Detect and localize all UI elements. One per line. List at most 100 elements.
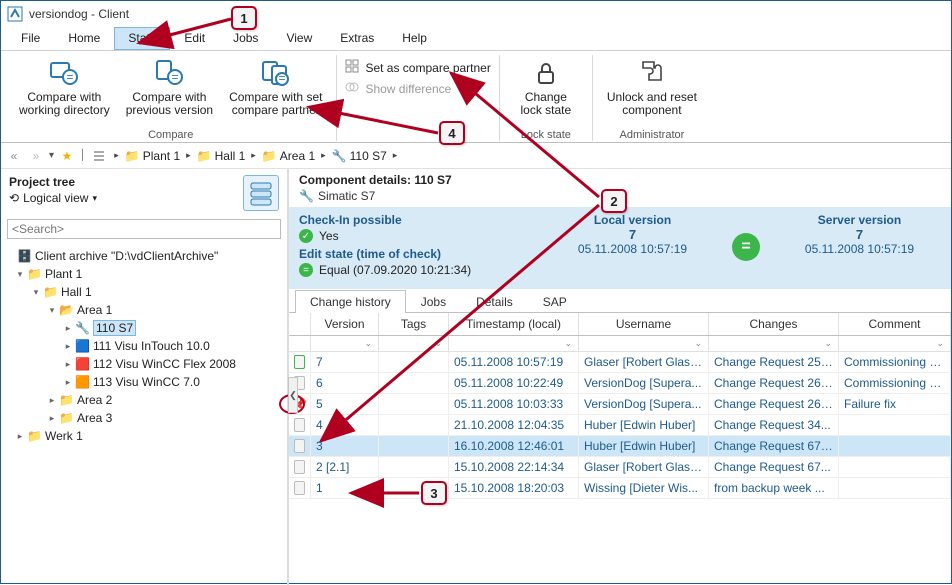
- star-icon[interactable]: ★: [58, 147, 76, 165]
- cell-username: Huber [Edwin Huber]: [579, 415, 709, 435]
- s7-icon: 🔧: [299, 189, 314, 203]
- unlock-reset-button[interactable]: Unlock and reset component: [601, 55, 703, 119]
- menu-extras[interactable]: Extras: [326, 27, 388, 50]
- tree-110-s7[interactable]: 🔧110 S7: [3, 319, 285, 337]
- menu-edit[interactable]: Edit: [170, 27, 219, 50]
- menu-home[interactable]: Home: [54, 27, 114, 50]
- equal-badge: =: [726, 213, 766, 281]
- col-timestamp[interactable]: Timestamp (local): [449, 313, 579, 335]
- search-field[interactable]: [7, 219, 281, 239]
- show-difference-button[interactable]: Show difference: [345, 80, 490, 97]
- tab-sap[interactable]: SAP: [528, 290, 582, 313]
- menu-help[interactable]: Help: [388, 27, 441, 50]
- local-version-time: 05.11.2008 10:57:19: [551, 242, 714, 256]
- table-row[interactable]: 605.11.2008 10:22:49VersionDog [Supera..…: [289, 373, 951, 394]
- table-row[interactable]: 2 [2.1]15.10.2008 22:14:34Glaser [Robert…: [289, 457, 951, 478]
- nav-back-icon[interactable]: «: [5, 147, 23, 165]
- tab-change-history[interactable]: Change history: [295, 290, 406, 313]
- compare-working-dir-button[interactable]: = Compare with working directory: [13, 55, 116, 119]
- menu-view[interactable]: View: [272, 27, 326, 50]
- crumb-hall[interactable]: 📁Hall 1: [197, 149, 246, 163]
- checkin-value: Yes: [319, 229, 339, 243]
- table-row[interactable]: 421.10.2008 12:04:35Huber [Edwin Huber]C…: [289, 415, 951, 436]
- tree-113[interactable]: 🟧113 Visu WinCC 7.0: [3, 373, 285, 391]
- breadcrumb: « » ▾ ★ │ ▸ 📁Plant 1▸ 📁Hall 1▸ 📁Area 1▸ …: [1, 143, 951, 169]
- filter-changes[interactable]: ⌄: [709, 336, 839, 351]
- cell-username: VersionDog [Supera...: [579, 394, 709, 414]
- nav-fwd-icon[interactable]: »: [27, 147, 45, 165]
- change-lock-state-button[interactable]: Change lock state: [508, 55, 584, 119]
- filter-version[interactable]: ⌄: [311, 336, 379, 351]
- set-compare-partner-button[interactable]: Set as compare partner: [345, 59, 490, 76]
- filter-user[interactable]: ⌄: [579, 336, 709, 351]
- server-version-time: 05.11.2008 10:57:19: [778, 242, 941, 256]
- version-row-icon: [289, 478, 311, 498]
- cell-tags: [379, 415, 449, 435]
- table-row[interactable]: 705.11.2008 10:57:19Glaser [Robert Glase…: [289, 352, 951, 373]
- compare-wd-icon: =: [48, 57, 80, 89]
- col-comment[interactable]: Comment: [839, 313, 951, 335]
- filter-ts[interactable]: ⌄: [449, 336, 579, 351]
- crumb-plant[interactable]: 📁Plant 1: [125, 149, 180, 163]
- tab-jobs[interactable]: Jobs: [406, 290, 461, 313]
- tree-112[interactable]: 🟥112 Visu WinCC Flex 2008: [3, 355, 285, 373]
- cell-version: 6: [311, 373, 379, 393]
- grid-icon: [345, 59, 359, 76]
- compare-previous-button[interactable]: = Compare with previous version: [120, 55, 219, 119]
- tree-plant[interactable]: 📁Plant 1: [3, 265, 285, 283]
- menu-bar: File Home State Edit Jobs View Extras He…: [1, 27, 951, 51]
- cell-username: Glaser [Robert Glaser]: [579, 352, 709, 372]
- menu-state[interactable]: State: [114, 27, 170, 50]
- local-version-label: Local version: [551, 213, 714, 227]
- col-tags[interactable]: Tags: [379, 313, 449, 335]
- cell-comment: [839, 436, 951, 456]
- cell-tags: [379, 436, 449, 456]
- crumb-leaf[interactable]: 🔧110 S7: [332, 149, 387, 163]
- app-icon: [7, 6, 23, 22]
- crumb-area[interactable]: 📁Area 1: [262, 149, 315, 163]
- cell-comment: [839, 478, 951, 498]
- cell-username: VersionDog [Supera...: [579, 373, 709, 393]
- ribbon-group-compare-actions: Set as compare partner Show difference: [337, 55, 499, 141]
- cell-changes: Change Request 674683754: [709, 436, 839, 456]
- table-row[interactable]: 115.10.2008 18:20:03Wissing [Dieter Wis.…: [289, 478, 951, 499]
- component-type: Simatic S7: [318, 189, 375, 203]
- tab-details[interactable]: Details: [461, 290, 528, 313]
- project-tree-title: Project tree: [9, 175, 97, 189]
- server-icon[interactable]: [243, 175, 279, 211]
- table-row[interactable]: 📌505.11.2008 10:03:33VersionDog [Supera.…: [289, 394, 951, 415]
- cell-timestamp: 21.10.2008 12:04:35: [449, 415, 579, 435]
- cell-comment: Failure fix: [839, 394, 951, 414]
- callout-3: 3: [421, 481, 447, 505]
- tree-hall[interactable]: 📁Hall 1: [3, 283, 285, 301]
- callout-1: 1: [231, 6, 257, 30]
- nav-dropdown-icon[interactable]: ▾: [49, 150, 54, 161]
- logical-view-dropdown[interactable]: ⟲ Logical view ▾: [9, 191, 97, 205]
- tree-werk[interactable]: 📁Werk 1: [3, 427, 285, 445]
- compare-set-partner-button[interactable]: = Compare with set compare partner: [223, 55, 328, 119]
- menu-jobs[interactable]: Jobs: [219, 27, 272, 50]
- collapse-handle[interactable]: ❮: [288, 377, 298, 413]
- filter-comment[interactable]: ⌄: [839, 336, 951, 351]
- col-username[interactable]: Username: [579, 313, 709, 335]
- list-icon[interactable]: [90, 147, 108, 165]
- equal-icon: =: [299, 263, 313, 277]
- col-version[interactable]: Version: [311, 313, 379, 335]
- table-row[interactable]: 316.10.2008 12:46:01Huber [Edwin Huber]C…: [289, 436, 951, 457]
- tree-archive[interactable]: 🗄️Client archive "D:\vdClientArchive": [3, 247, 285, 265]
- compare-wd-label: Compare with working directory: [19, 91, 110, 117]
- cell-version: 4: [311, 415, 379, 435]
- tree-area1[interactable]: 📂Area 1: [3, 301, 285, 319]
- detail-tabs: Change history Jobs Details SAP: [289, 289, 951, 313]
- col-changes[interactable]: Changes: [709, 313, 839, 335]
- search-input[interactable]: [7, 219, 281, 239]
- svg-text:=: =: [278, 71, 285, 85]
- cell-changes: Change Request 2662: [709, 373, 839, 393]
- tree-area2[interactable]: 📁Area 2: [3, 391, 285, 409]
- menu-file[interactable]: File: [7, 27, 54, 50]
- tree-area3[interactable]: 📁Area 3: [3, 409, 285, 427]
- tree-111[interactable]: 🟦111 Visu InTouch 10.0: [3, 337, 285, 355]
- filter-tags[interactable]: ⌄: [379, 336, 449, 351]
- puzzle-icon: [636, 57, 668, 89]
- cell-timestamp: 16.10.2008 12:46:01: [449, 436, 579, 456]
